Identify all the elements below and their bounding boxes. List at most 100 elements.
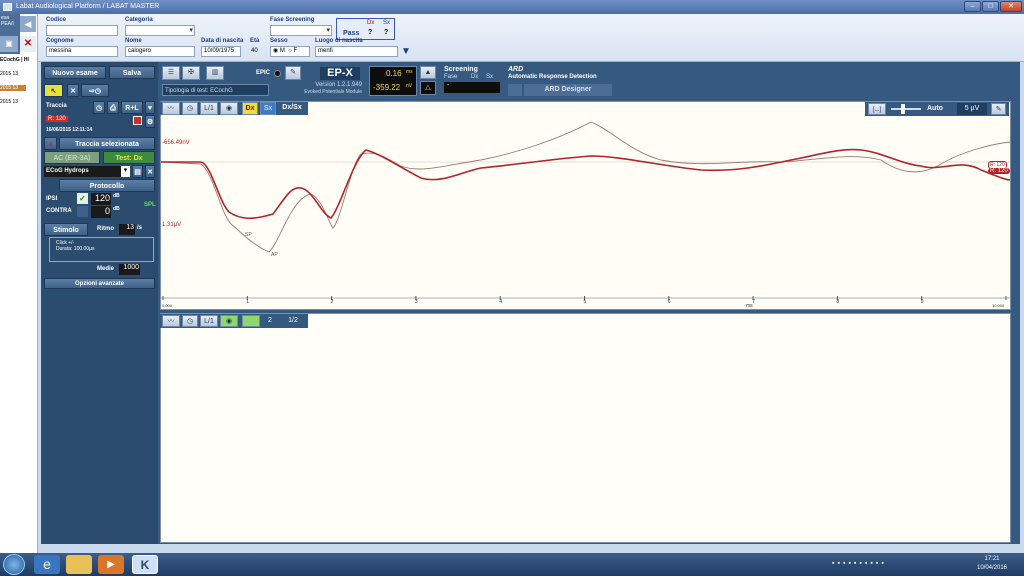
pencil-icon[interactable]: ✎ [991,103,1006,115]
protocol-save-icon[interactable]: ▤ [132,165,143,178]
tray-icons[interactable]: ▪▪▪▪▪▪▪▪▪▪ [832,560,887,567]
folder-icon[interactable] [66,555,92,574]
zoom-fit-button[interactable]: [...] [868,103,886,115]
graph2-l1-button[interactable]: L/1 [200,315,218,327]
auto-label[interactable]: Auto [927,105,943,112]
clock-date[interactable]: 10/04/2016 [972,565,1012,571]
medie-input[interactable]: 1000 [119,264,140,275]
salva-button[interactable]: Salva [109,66,155,79]
ac-er3a-button[interactable]: AC (ER-3A) [44,151,100,164]
trace-label-dark[interactable]: R: 120 [988,168,1010,174]
exam-item-1[interactable]: 2015 13 [0,71,38,77]
dx-sx-button[interactable]: Dx/Sx [278,102,306,115]
back-arrow-icon[interactable]: ◀ [20,16,36,32]
media-player-icon[interactable]: ▶ [98,555,124,574]
record-icon[interactable]: ● [44,137,57,150]
cursor-tool-icon[interactable]: ↖ [44,84,63,97]
codice-input[interactable] [46,25,118,36]
rl-button[interactable]: R+L [121,101,143,114]
fase-label: Fase [444,74,458,80]
x-tick-label: 2 [331,299,334,305]
graph2-toolbar: 〰 ◷ L/1 ◉ 1 2 1/2 [160,314,308,328]
zoom-slider-thumb[interactable] [901,104,905,114]
nome-input[interactable]: calogero [125,46,195,57]
luogo-input[interactable]: menfi [315,46,398,57]
graph2-clock-icon[interactable]: ◷ [182,315,198,327]
epic-label: EPIC [256,70,271,76]
nome-label: Nome [125,38,142,44]
nuovo-esame-button[interactable]: Nuovo esame [44,66,106,79]
expand-arrow-icon[interactable]: ▼ [401,46,411,57]
labat-app-icon[interactable]: K [132,555,158,574]
clock-time[interactable]: 17:21 [972,556,1012,562]
y-label-top: -656.49nV [162,140,190,146]
r-120-tag[interactable]: R: 120 [46,116,68,122]
ritmo-input[interactable]: 13 [119,224,135,235]
sx-button[interactable]: Sx [260,102,276,115]
contra-level-input[interactable]: 0 [91,206,111,218]
graph-clock-icon[interactable]: ◷ [182,102,198,115]
graph2-2-button[interactable]: 2 [262,315,278,327]
minimize-button[interactable]: – [964,1,981,12]
trace-settings-icon[interactable]: ⚙ [145,115,155,128]
trace-color-swatch[interactable] [133,116,142,125]
protocol-close-icon[interactable]: ✕ [145,165,155,178]
copy-icon[interactable]: ▣ [0,36,18,52]
contra-checkbox[interactable] [77,206,88,217]
waveform-icon[interactable]: 〰 [162,102,180,115]
graph2-1-button[interactable]: 1 [242,315,260,327]
ard-designer-button[interactable]: ARD Designer [524,84,612,96]
close-tool-icon[interactable]: ✕ [67,84,79,97]
x-unit-label: ms [746,303,753,309]
ie-icon[interactable]: e [34,555,60,574]
sesso-f-radio[interactable]: ○ F [287,48,297,54]
categoria-select[interactable] [125,25,195,36]
maximize-button[interactable]: □ [982,1,999,12]
sesso-m-radio[interactable]: ◉ M [273,48,285,54]
close-button[interactable]: ✕ [1000,1,1022,12]
ard-toggle[interactable] [508,84,522,96]
tools-icon[interactable]: ✠ [182,66,200,80]
traccia-dropdown-icon[interactable]: ▾ [145,101,155,114]
ipsi-checkbox[interactable]: ✓ [77,193,88,204]
opzioni-avanzate-button[interactable]: Opzioni avanzate [44,278,155,289]
protocol-select[interactable]: ECoG Hydrops [44,166,128,177]
module-text: Evoked Potentials Module [304,89,362,95]
print-icon[interactable]: ⎙ [107,101,119,114]
exam-item-2[interactable]: 2015 13 [0,85,26,91]
trace-light[interactable] [161,121,1010,253]
book-icon[interactable]: ▥ [206,66,224,80]
start-button[interactable] [3,554,25,575]
cognome-input[interactable]: messina [46,46,118,57]
graph2-eye-icon[interactable]: ◉ [220,315,238,327]
ard-label: ARD [508,66,524,73]
test-dx-button[interactable]: Test: Dx [103,151,155,164]
exam-tab-label[interactable]: ECochG | HI [0,57,38,65]
taskbar: e ▶ K ▪▪▪▪▪▪▪▪▪▪ 17:21 10/04/2016 [0,553,1024,576]
graph2-waveform-icon[interactable]: 〰 [162,315,180,327]
delta-icon[interactable]: △ [420,81,436,95]
dx-button[interactable]: Dx [242,102,258,115]
scale-select[interactable]: 5 µV [957,103,987,115]
ritmo-unit: /s [137,225,143,231]
eye-icon[interactable]: ◉ [220,102,238,115]
ipsi-label: IPSI [46,196,58,202]
data-nascita-input[interactable]: 10/09/1975 [201,46,241,57]
graph2-12-button[interactable]: 1/2 [280,315,306,327]
fase-screening-select[interactable] [270,25,332,36]
layout-icon[interactable]: ☰ [162,66,180,80]
zoom-slider[interactable] [891,108,921,110]
up-arrow-icon[interactable]: ▲ [420,66,436,79]
exam-item-3[interactable]: 2015 13 [0,99,38,105]
ipsi-level-input[interactable]: 120 [91,193,111,205]
marker-sp: SP [245,232,252,238]
delete-icon[interactable]: ✕ [20,36,36,52]
nv-unit: nV [406,83,413,89]
l1-button[interactable]: L/1 [200,102,218,115]
sequence-tool-icon[interactable]: ⇨◷ [81,84,109,97]
trace-dark[interactable] [161,148,1010,220]
clock-icon[interactable]: ◷ [93,101,105,114]
wrench-icon[interactable]: ✎ [285,66,301,80]
protocol-dropdown-icon[interactable]: ▾ [121,166,130,177]
trace-graph-svg[interactable]: 0.0001 2 3 4 5 6 7 8 910.000 -656.49nV 1.31µV SP… [161,102,1010,309]
